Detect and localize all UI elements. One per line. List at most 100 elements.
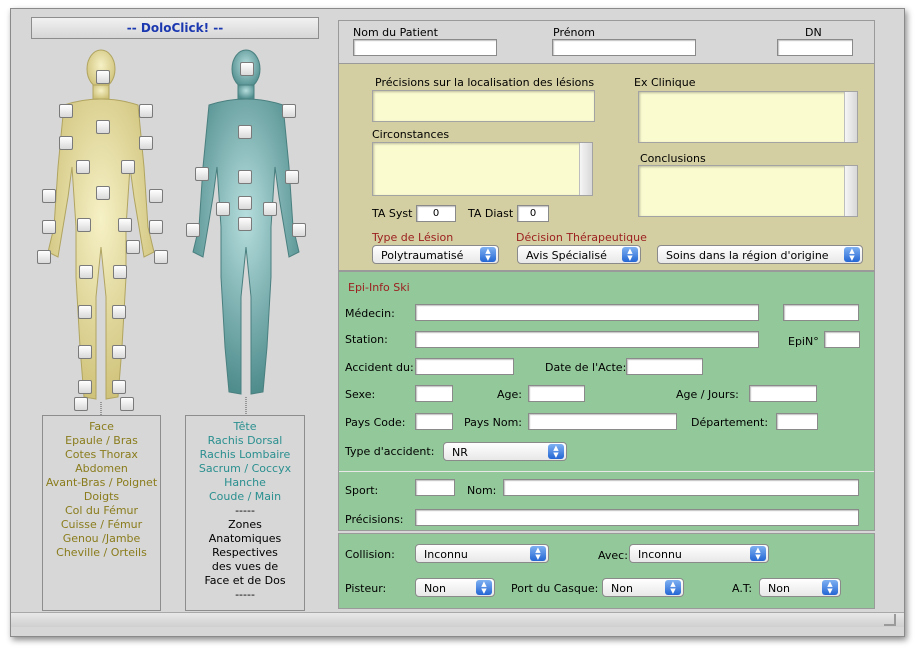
zone-face-foot-left[interactable] [120, 397, 134, 411]
zone-face-thigh-right[interactable] [79, 265, 93, 279]
back-list-note: ----- [235, 504, 255, 517]
ta-diast-label: TA Diast [468, 207, 514, 220]
date-acte-field[interactable] [626, 358, 703, 375]
precisions-field[interactable] [372, 90, 595, 122]
collision-select[interactable]: Inconnu ▲ ▼ [415, 544, 549, 563]
pays-nom-field[interactable] [528, 413, 677, 430]
zone-face-head[interactable] [96, 70, 110, 84]
epin-field[interactable] [824, 331, 860, 348]
sport-field[interactable] [415, 479, 455, 496]
age-jours-field[interactable] [749, 385, 817, 402]
zone-back-coccyx[interactable] [238, 217, 252, 231]
zone-face-shoulder-right[interactable] [59, 104, 73, 118]
zone-face-fingers-left[interactable] [154, 250, 168, 264]
back-list-item[interactable]: Rachis Lombaire [186, 448, 304, 462]
departement-field[interactable] [776, 413, 818, 430]
avec-select[interactable]: Inconnu ▲ ▼ [629, 544, 769, 563]
pisteur-label: Pisteur: [345, 582, 387, 595]
casque-select[interactable]: Non ▲ ▼ [602, 578, 684, 597]
dn-field[interactable] [777, 39, 853, 56]
zone-back-shoulder-left[interactable] [282, 104, 296, 118]
medecin-extra-field[interactable] [783, 304, 859, 321]
zone-face-knee-right[interactable] [78, 305, 92, 319]
accident-date-field[interactable] [415, 358, 514, 375]
face-list-item[interactable]: Cheville / Orteils [43, 546, 160, 560]
type-lesion-select[interactable]: Polytraumatisé ▲ ▼ [372, 245, 499, 264]
zone-face-foot-right[interactable] [74, 397, 88, 411]
zone-back-elbow-right[interactable] [195, 167, 209, 181]
conclusions-scrollbar[interactable] [844, 166, 857, 216]
sport-nom-field[interactable] [503, 479, 859, 496]
at-select[interactable]: Non ▲ ▼ [759, 578, 841, 597]
zone-back-head[interactable] [240, 62, 254, 76]
station-field[interactable] [415, 331, 759, 348]
zone-face-wrist-right[interactable] [42, 220, 56, 234]
zone-face-ankle-right[interactable] [78, 380, 92, 394]
zone-face-leg-left[interactable] [112, 345, 126, 359]
zone-back-hand-left[interactable] [292, 223, 306, 237]
soins-select[interactable]: Soins dans la région d'origine ▲ ▼ [657, 245, 863, 264]
zone-back-lumbar[interactable] [238, 170, 252, 184]
circonstances-field[interactable] [372, 142, 593, 196]
resize-grip-icon[interactable] [884, 614, 896, 626]
zone-face-arm-right[interactable] [59, 136, 73, 150]
decision-select[interactable]: Avis Spécialisé ▲ ▼ [517, 245, 641, 264]
sexe-field[interactable] [415, 385, 453, 402]
zone-face-thorax[interactable] [96, 120, 110, 134]
decision-value: Avis Spécialisé [526, 249, 607, 262]
zone-face-abdomen[interactable] [96, 186, 110, 200]
zone-face-ankle-left[interactable] [112, 380, 126, 394]
back-list-item[interactable]: Hanche [186, 476, 304, 490]
face-list-item[interactable]: Cuisse / Fémur [43, 518, 160, 532]
zone-back-hand-right[interactable] [186, 223, 200, 237]
zone-face-ribs-left[interactable] [121, 160, 135, 174]
face-list-item[interactable]: Abdomen [43, 462, 160, 476]
prenom-field[interactable] [552, 39, 696, 56]
zone-face-ribs-right[interactable] [76, 160, 90, 174]
zone-face-elbow-left[interactable] [149, 189, 163, 203]
type-accident-select[interactable]: NR ▲ ▼ [443, 442, 567, 461]
medecin-field[interactable] [415, 304, 759, 321]
zone-face-fingers-right[interactable] [37, 250, 51, 264]
face-list-item[interactable]: Cotes Thorax [43, 448, 160, 462]
ex-clinique-field[interactable] [638, 91, 858, 143]
age-field[interactable] [528, 385, 585, 402]
zone-face-arm-left[interactable] [139, 136, 153, 150]
face-list-item[interactable]: Genou /Jambe [43, 532, 160, 546]
ex-clinique-scrollbar[interactable] [844, 92, 857, 142]
face-list-item[interactable]: Avant-Bras / Poignet [43, 476, 160, 490]
zone-face-hand-left[interactable] [126, 240, 140, 254]
zone-back-hip-left[interactable] [263, 202, 277, 216]
face-list-item[interactable]: Doigts [43, 490, 160, 504]
zone-face-elbow-right[interactable] [42, 189, 56, 203]
zone-face-wrist-left[interactable] [149, 220, 163, 234]
ta-diast-field[interactable]: 0 [517, 205, 549, 222]
zone-face-shoulder-left[interactable] [139, 104, 153, 118]
zone-face-thigh-left[interactable] [113, 265, 127, 279]
pisteur-select[interactable]: Non ▲ ▼ [415, 578, 495, 597]
zone-face-knee-left[interactable] [112, 305, 126, 319]
face-list-item[interactable]: Epaule / Bras [43, 434, 160, 448]
conclusions-field[interactable] [638, 165, 858, 217]
face-list-item[interactable]: Face [43, 420, 160, 434]
zone-back-hip-right[interactable] [216, 202, 230, 216]
back-list-item[interactable]: Coude / Main [186, 490, 304, 504]
body-figures [47, 49, 300, 417]
circonstances-scrollbar[interactable] [579, 143, 592, 195]
zone-face-leg-right[interactable] [78, 345, 92, 359]
pays-code-field[interactable] [415, 413, 453, 430]
back-list-item[interactable]: Sacrum / Coccyx [186, 462, 304, 476]
nom-field[interactable] [353, 39, 497, 56]
face-list-item[interactable]: Col du Fémur [43, 504, 160, 518]
ta-syst-field[interactable]: 0 [416, 205, 456, 222]
sexe-label: Sexe: [345, 388, 376, 401]
zone-face-hip-right[interactable] [77, 218, 91, 232]
back-list-item[interactable]: Tête [186, 420, 304, 434]
zone-back-dorsal[interactable] [238, 125, 252, 139]
zone-face-hip-left[interactable] [118, 218, 132, 232]
casque-value: Non [611, 582, 633, 595]
back-list-item[interactable]: Rachis Dorsal [186, 434, 304, 448]
zone-back-sacrum[interactable] [238, 196, 252, 210]
sport-precisions-field[interactable] [415, 509, 859, 526]
zone-back-elbow-left[interactable] [285, 170, 299, 184]
